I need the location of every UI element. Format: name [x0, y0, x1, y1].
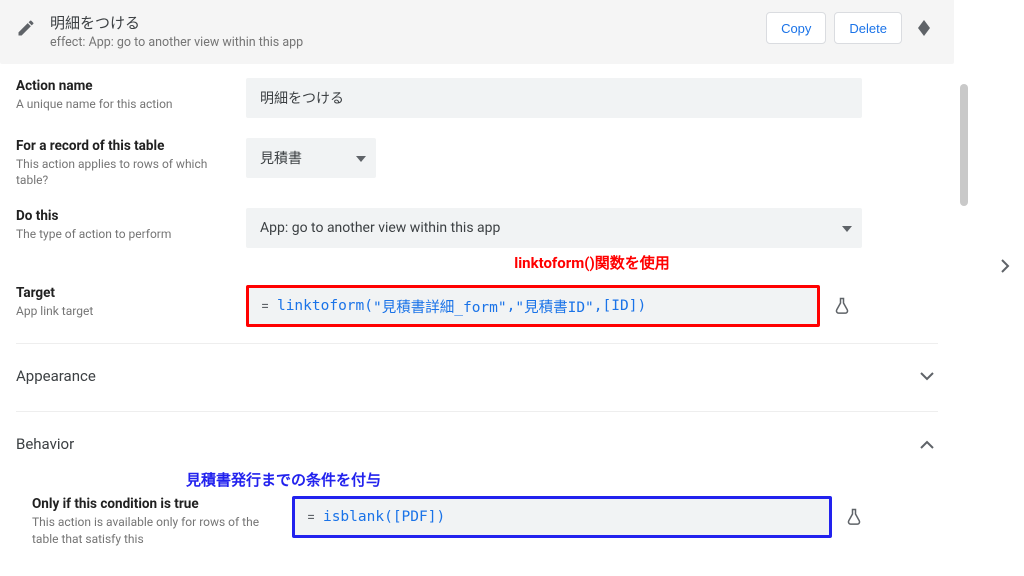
row-do-this: Do this The type of action to perform Ap… — [16, 194, 938, 285]
test-expression-button[interactable] — [822, 286, 862, 326]
rparen: ) — [637, 298, 646, 314]
do-this-value: App: go to another view within this app — [260, 220, 500, 236]
caret-down-icon — [356, 150, 366, 166]
desc-action-name: A unique name for this action — [16, 96, 228, 112]
row-table: For a record of this table This action a… — [16, 124, 938, 194]
action-editor-panel: 明細をつける effect: App: go to another view w… — [0, 0, 954, 576]
do-this-dropdown[interactable]: App: go to another view within this app — [246, 208, 862, 248]
section-behavior[interactable]: Behavior — [16, 411, 938, 469]
subtitle-prefix: effect: — [50, 35, 89, 50]
row-action-name: Action name A unique name for this actio… — [16, 64, 938, 124]
desc-target: App link target — [16, 303, 228, 319]
lparen: ( — [364, 298, 373, 314]
arg1: [PDF] — [393, 509, 437, 525]
label-do-this: Do this — [16, 208, 228, 224]
label-table: For a record of this table — [16, 138, 228, 154]
label-target: Target — [16, 285, 228, 301]
table-dropdown[interactable]: 見積書 — [246, 138, 376, 178]
table-value: 見積書 — [260, 148, 302, 168]
chevron-up-icon — [916, 430, 938, 457]
label-condition: Only if this condition is true — [32, 496, 274, 512]
action-name-value: 明細をつける — [260, 88, 344, 108]
comma2: , — [594, 298, 603, 314]
arg2: "見積書ID" — [515, 296, 593, 317]
desc-do-this: The type of action to perform — [16, 226, 228, 242]
subtitle-value: App: go to another view within this app — [89, 35, 304, 50]
fn-name: linktoform — [277, 298, 364, 314]
comma1: , — [507, 298, 516, 314]
rparen: ) — [436, 509, 445, 525]
chevron-down-icon — [916, 362, 938, 389]
label-action-name: Action name — [16, 78, 228, 94]
scrollbar-thumb[interactable] — [960, 84, 968, 206]
desc-condition: This action is available only for rows o… — [32, 514, 274, 546]
equals-sign: = — [307, 509, 315, 526]
row-target: Target App link target = linktoform("見積書… — [16, 285, 938, 333]
panel-subtitle: effect: App: go to another view within t… — [50, 35, 766, 50]
annotation-linktoform: linktoform()関数を使用 — [246, 248, 938, 279]
lparen: ( — [384, 509, 393, 525]
fn-name: isblank — [323, 509, 384, 525]
panel-title: 明細をつける — [50, 12, 766, 33]
arg3: [ID] — [603, 298, 638, 314]
section-appearance-title: Appearance — [16, 367, 96, 385]
target-expression-input[interactable]: = linktoform("見積書詳細_form","見積書ID",[ID]) — [246, 285, 820, 327]
side-panel-expand-icon[interactable] — [1000, 258, 1010, 278]
section-appearance[interactable]: Appearance — [16, 343, 938, 401]
edit-icon — [12, 14, 40, 42]
equals-sign: = — [261, 298, 269, 315]
delete-button[interactable]: Delete — [834, 12, 902, 44]
arg1: "見積書詳細_form" — [373, 296, 507, 317]
test-expression-button[interactable] — [834, 497, 874, 537]
copy-button[interactable]: Copy — [766, 12, 826, 44]
annotation-condition: 見積書発行までの条件を付与 — [186, 469, 938, 496]
panel-header: 明細をつける effect: App: go to another view w… — [0, 0, 954, 64]
desc-table: This action applies to rows of which tab… — [16, 156, 228, 188]
row-condition: Only if this condition is true This acti… — [16, 496, 938, 552]
caret-down-icon — [842, 220, 852, 236]
condition-expression-input[interactable]: = isblank([PDF]) — [292, 496, 832, 538]
section-behavior-title: Behavior — [16, 435, 74, 453]
reorder-handle[interactable] — [910, 12, 938, 44]
action-name-input[interactable]: 明細をつける — [246, 78, 862, 118]
